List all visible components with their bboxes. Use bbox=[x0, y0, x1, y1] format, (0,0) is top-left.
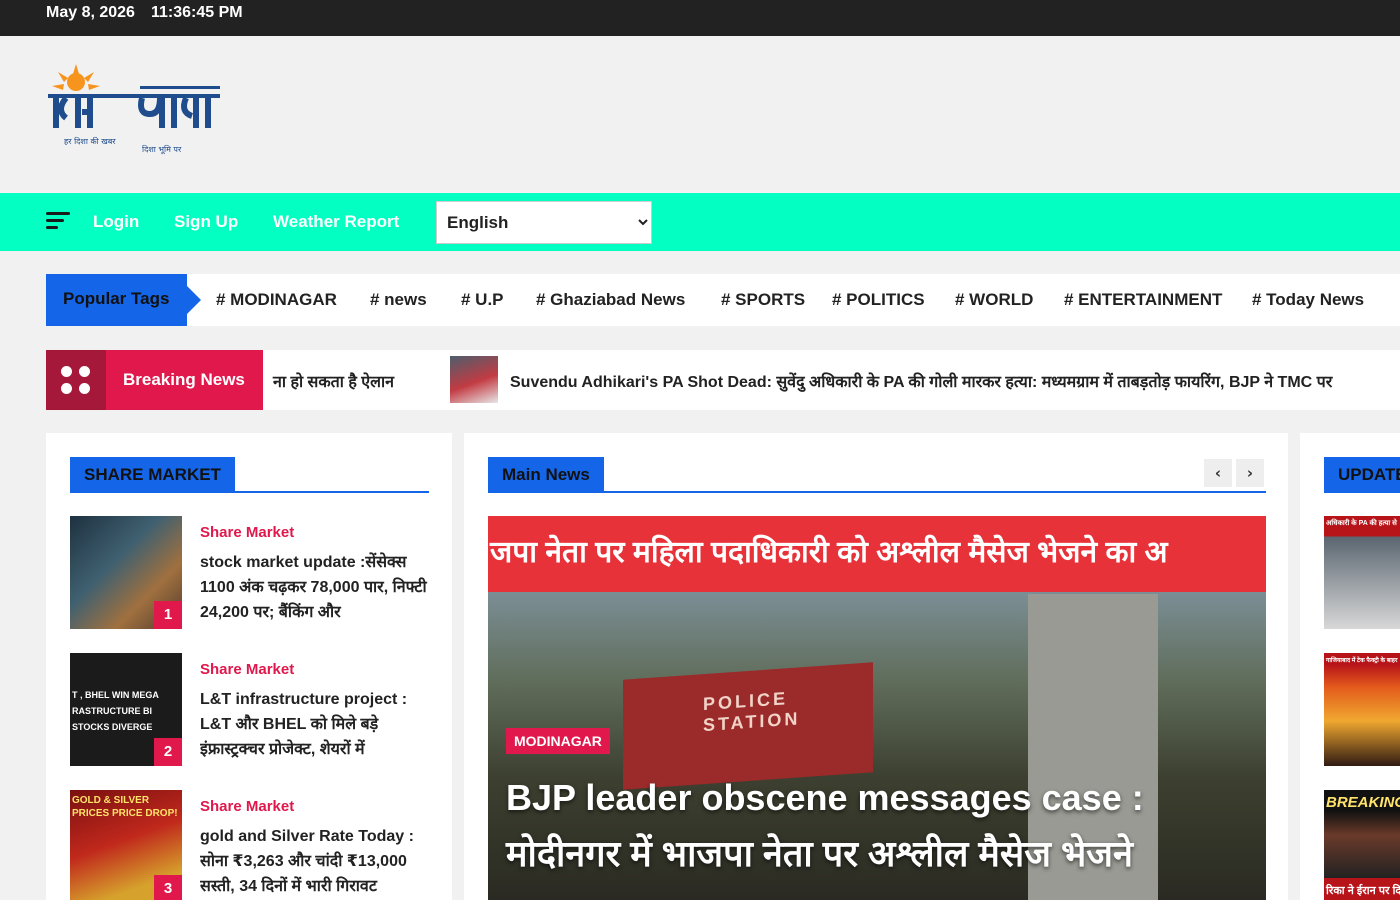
slider-next-button[interactable]: › bbox=[1236, 459, 1264, 487]
featured-title[interactable]: BJP leader obscene messages case : मोदीन… bbox=[506, 770, 1246, 882]
section-title: SHARE MARKET bbox=[70, 457, 235, 491]
main-news-section: Main News ‹ › जपा नेता पर महिला पदाधिकारी… bbox=[464, 433, 1288, 900]
caption-text: रिका ने ईरान पर दि bbox=[1326, 885, 1400, 897]
article-category[interactable]: Share Market bbox=[200, 524, 294, 541]
article-title[interactable]: gold and Silver Rate Today : सोना ₹3,263… bbox=[200, 824, 432, 900]
tag-link[interactable]: # MODINAGAR bbox=[216, 290, 337, 310]
share-market-section: SHARE MARKET 1 Share Market stock market… bbox=[46, 433, 452, 900]
breaking-news-label: Breaking News bbox=[106, 350, 263, 410]
current-time: 11:36:45 PM bbox=[150, 4, 243, 21]
article-thumbnail[interactable]: अधिकारी के PA की हत्या से bbox=[1324, 516, 1400, 629]
update-section: UPDATE अधिकारी के PA की हत्या से गाजियाब… bbox=[1300, 433, 1400, 900]
list-item[interactable]: GOLD & SILVER PRICES PRICE DROP! 3 Share… bbox=[70, 790, 430, 900]
rank-badge: 1 bbox=[154, 601, 182, 629]
tag-link[interactable]: # news bbox=[370, 290, 427, 310]
logo-image: हर दिशा की खबर दिशा भूमि पर bbox=[48, 64, 220, 155]
article-thumbnail[interactable]: गाजियाबाद में टेक फैक्ट्री के बाहर bbox=[1324, 653, 1400, 766]
popular-tags-bar: Popular Tags # MODINAGAR # news # U.P # … bbox=[46, 274, 1400, 326]
section-heading: SHARE MARKET bbox=[70, 457, 429, 493]
main-nav: Login Sign Up Weather Report bbox=[0, 193, 1400, 251]
ticker-thumbnail[interactable] bbox=[450, 356, 498, 403]
signup-link[interactable]: Sign Up bbox=[174, 212, 238, 232]
article-category[interactable]: Share Market bbox=[200, 661, 294, 678]
top-bar: May 8, 2026 11:36:45 PM bbox=[0, 0, 1400, 36]
category-badge[interactable]: MODINAGAR bbox=[506, 728, 610, 754]
list-item[interactable]: T , BHEL WIN MEGA RASTRUCTURE BI STOCKS … bbox=[70, 653, 430, 766]
menu-icon[interactable] bbox=[46, 212, 70, 232]
section-heading: UPDATE bbox=[1324, 457, 1400, 493]
site-logo[interactable]: हर दिशा की खबर दिशा भूमि पर bbox=[46, 64, 236, 164]
section-title: UPDATE bbox=[1324, 457, 1400, 491]
tag-link[interactable]: # Ghaziabad News bbox=[536, 290, 685, 310]
date-time: May 8, 2026 11:36:45 PM bbox=[46, 4, 243, 22]
article-title[interactable]: stock market update :सेंसेक्स 1100 अंक च… bbox=[200, 550, 432, 626]
article-title[interactable]: L&T infrastructure project : L&T और BHEL… bbox=[200, 687, 432, 763]
current-date: May 8, 2026 bbox=[46, 4, 135, 21]
tag-link[interactable]: # POLITICS bbox=[832, 290, 925, 310]
ticker-item[interactable]: Suvendu Adhikari's PA Shot Dead: सुवेंदु… bbox=[510, 370, 1332, 392]
grid-icon bbox=[46, 350, 106, 410]
tag-link[interactable]: # WORLD bbox=[955, 290, 1033, 310]
featured-article[interactable]: जपा नेता पर महिला पदाधिकारी को अश्लील मै… bbox=[488, 516, 1266, 900]
rank-badge: 2 bbox=[154, 738, 182, 766]
headline-banner: जपा नेता पर महिला पदाधिकारी को अश्लील मै… bbox=[488, 516, 1266, 592]
article-thumbnail[interactable]: BREAKING रिका ने ईरान पर दि bbox=[1324, 790, 1400, 900]
tag-link[interactable]: # U.P bbox=[461, 290, 504, 310]
language-select[interactable]: English bbox=[436, 201, 652, 244]
rank-badge: 3 bbox=[154, 875, 182, 900]
list-item[interactable]: 1 Share Market stock market update :सेंस… bbox=[70, 516, 430, 629]
ticker-item[interactable]: ना हो सकता है ऐलान bbox=[273, 370, 394, 392]
popular-tags-label: Popular Tags bbox=[46, 274, 201, 326]
logo-tagline-left: हर दिशा की खबर bbox=[64, 136, 116, 146]
site-header: हर दिशा की खबर दिशा भूमि पर bbox=[0, 36, 1400, 193]
article-category[interactable]: Share Market bbox=[200, 798, 294, 815]
section-heading: Main News bbox=[488, 457, 1266, 493]
login-link[interactable]: Login bbox=[93, 212, 139, 232]
tag-link[interactable]: # Today News bbox=[1252, 290, 1364, 310]
logo-tagline-right: दिशा भूमि पर bbox=[142, 144, 182, 155]
breaking-news-bar: Breaking News ना हो सकता है ऐलान Suvendu… bbox=[46, 350, 1400, 410]
section-title: Main News bbox=[488, 457, 604, 491]
breaking-caption: BREAKING bbox=[1326, 794, 1400, 811]
tag-link[interactable]: # ENTERTAINMENT bbox=[1064, 290, 1222, 310]
weather-report-link[interactable]: Weather Report bbox=[273, 212, 399, 232]
tag-link[interactable]: # SPORTS bbox=[721, 290, 805, 310]
slider-controls: ‹ › bbox=[1200, 459, 1264, 487]
slider-prev-button[interactable]: ‹ bbox=[1204, 459, 1232, 487]
